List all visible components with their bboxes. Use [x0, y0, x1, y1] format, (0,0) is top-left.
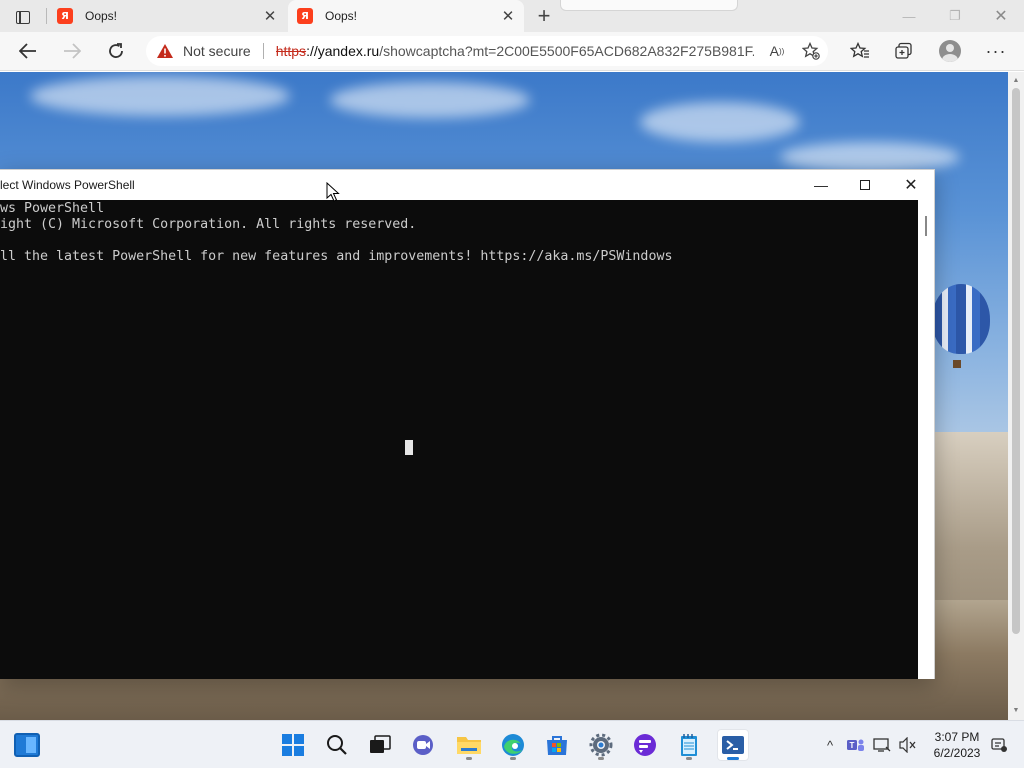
windows-logo-icon	[282, 734, 304, 756]
yandex-favicon-icon: Я	[297, 8, 313, 24]
widgets-icon[interactable]	[14, 733, 40, 757]
clock-time: 3:07 PM	[934, 730, 980, 744]
more-icon[interactable]: ···	[982, 38, 1010, 64]
file-explorer-icon[interactable]	[453, 729, 485, 761]
search-icon[interactable]	[321, 729, 353, 761]
notification-icon[interactable]	[988, 721, 1010, 768]
running-indicator	[727, 757, 739, 760]
window-close-button[interactable]: ✕	[978, 0, 1024, 32]
running-indicator	[686, 757, 692, 760]
cloud	[640, 102, 800, 142]
cloud	[780, 142, 960, 172]
address-separator	[262, 43, 264, 59]
console-scroll-thumb[interactable]	[925, 216, 927, 236]
cloud	[30, 76, 290, 116]
url-text[interactable]: https://yandex.ru/showcaptcha?mt=2C00E55…	[276, 43, 754, 59]
microsoft-store-icon[interactable]	[541, 729, 573, 761]
taskbar: ^ T 3:07 PM 6/2/2023	[0, 720, 1024, 768]
clock-date: 6/2/2023	[933, 746, 981, 760]
avatar	[939, 40, 961, 62]
url-path: /showcaptcha?mt=2C00E5500F65ACD682A832F2…	[379, 43, 754, 59]
notepad-icon[interactable]	[673, 729, 705, 761]
hot-air-balloon-image	[932, 284, 990, 354]
collections-icon[interactable]	[890, 38, 918, 64]
tab-actions-icon[interactable]	[10, 7, 36, 27]
profile-icon[interactable]	[936, 38, 964, 64]
url-host: ://yandex.ru	[306, 43, 380, 59]
browser-nav-bar: Not secure https://yandex.ru/showcaptcha…	[0, 32, 1024, 71]
yandex-favicon-icon: Я	[57, 8, 73, 24]
drag-preview-bar	[560, 0, 738, 11]
tab-oops-2[interactable]: Я Oops! ✕	[288, 0, 524, 32]
powershell-window[interactable]: lect Windows PowerShell — ✕ ws PowerShel…	[0, 169, 935, 679]
reload-button[interactable]	[102, 38, 130, 64]
powershell-taskbar-icon[interactable]	[717, 729, 749, 761]
back-button[interactable]	[14, 38, 42, 64]
svg-text:T: T	[850, 741, 855, 750]
running-indicator	[598, 757, 604, 760]
tab-title: Oops!	[325, 9, 358, 23]
powershell-maximize-button[interactable]	[842, 172, 888, 198]
console-line: ll the latest PowerShell for new feature…	[0, 249, 673, 264]
arrow-right-icon	[64, 43, 81, 59]
network-icon[interactable]	[871, 721, 893, 768]
settings-icon[interactable]	[585, 729, 617, 761]
window-minimize-button[interactable]: —	[886, 0, 932, 32]
purple-app-icon[interactable]	[629, 729, 661, 761]
favorites-icon[interactable]	[846, 38, 874, 64]
close-tab-icon[interactable]: ✕	[498, 6, 518, 26]
maximize-icon	[860, 180, 870, 190]
warning-triangle-icon[interactable]	[156, 43, 174, 59]
edge-icon[interactable]	[497, 729, 529, 761]
scroll-down-icon[interactable]: ▼	[1012, 706, 1020, 714]
close-tab-icon[interactable]: ✕	[260, 6, 280, 26]
address-bar[interactable]: Not secure https://yandex.ru/showcaptcha…	[146, 36, 828, 66]
console-output[interactable]: ws PowerShell ight (C) Microsoft Corpora…	[0, 200, 918, 679]
cloud	[330, 82, 530, 118]
running-indicator	[510, 757, 516, 760]
mouse-pointer-icon	[326, 182, 340, 202]
powershell-title-bar[interactable]: lect Windows PowerShell — ✕	[0, 170, 934, 200]
teams-meet-icon[interactable]	[408, 729, 440, 761]
window-restore-button[interactable]: ❐	[932, 0, 978, 32]
forward-button[interactable]	[58, 38, 86, 64]
arrow-left-icon	[19, 43, 36, 59]
balloon-basket	[953, 360, 961, 368]
tab-separator	[46, 8, 47, 24]
page-scrollbar[interactable]: ▲ ▼	[1008, 72, 1024, 720]
window-title: lect Windows PowerShell	[0, 178, 135, 192]
scroll-up-icon[interactable]: ▲	[1012, 76, 1020, 84]
running-indicator	[466, 757, 472, 760]
reload-icon	[109, 43, 123, 58]
read-aloud-icon[interactable]: A))	[764, 39, 790, 63]
text-cursor	[405, 440, 413, 455]
console-line: ight (C) Microsoft Corporation. All righ…	[0, 217, 417, 232]
teams-tray-icon[interactable]: T	[845, 721, 867, 768]
powershell-minimize-button[interactable]: —	[798, 172, 844, 198]
tab-oops-1[interactable]: Я Oops! ✕	[48, 0, 286, 32]
start-button[interactable]	[277, 729, 309, 761]
tab-title: Oops!	[85, 9, 118, 23]
powershell-close-button[interactable]: ✕	[888, 172, 934, 198]
security-status-label[interactable]: Not secure	[183, 43, 251, 59]
url-protocol: https	[275, 43, 307, 59]
star-plus-icon[interactable]	[798, 39, 824, 63]
scroll-thumb[interactable]	[1012, 88, 1020, 634]
new-tab-button[interactable]: +	[532, 3, 556, 28]
tray-chevron-icon[interactable]: ^	[820, 721, 840, 768]
volume-muted-icon[interactable]	[897, 721, 919, 768]
console-scrollbar[interactable]	[918, 200, 934, 679]
browser-tab-bar: Я Oops! ✕ Я Oops! ✕ + — ❐ ✕	[0, 0, 1024, 32]
console-line: ws PowerShell	[0, 201, 105, 216]
system-clock[interactable]: 3:07 PM 6/2/2023	[928, 729, 986, 761]
task-view-icon[interactable]	[364, 729, 396, 761]
